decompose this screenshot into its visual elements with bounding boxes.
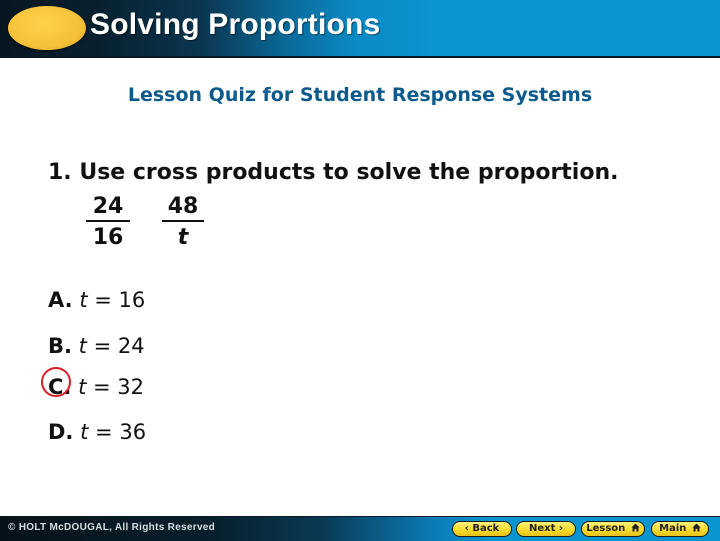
main-button[interactable]: Main bbox=[651, 521, 709, 537]
option-variable: t bbox=[78, 334, 87, 358]
fraction-right-bar bbox=[162, 220, 204, 222]
fraction-left: 24 16 bbox=[86, 194, 130, 252]
option-variable: t bbox=[79, 288, 88, 312]
option-value: 32 bbox=[117, 375, 145, 399]
copyright-text: © HOLT McDOUGAL, All Rights Reserved bbox=[8, 522, 216, 533]
header-bar: Solving Proportions bbox=[0, 0, 720, 58]
selected-answer-circle bbox=[41, 367, 71, 397]
option-variable: t bbox=[80, 420, 89, 444]
option-equals: = bbox=[93, 334, 112, 358]
fraction-right-numerator: 48 bbox=[167, 194, 199, 219]
lesson-label: Lesson bbox=[586, 523, 626, 534]
page-title: Solving Proportions bbox=[90, 8, 381, 41]
quiz-subtitle: Lesson Quiz for Student Response Systems bbox=[127, 84, 593, 106]
question-text: 1. Use cross products to solve the propo… bbox=[48, 160, 619, 185]
home-icon bbox=[692, 523, 701, 532]
fraction-right-denominator: t bbox=[177, 225, 189, 250]
header-oval-logo bbox=[8, 6, 86, 50]
option-letter: B. bbox=[48, 334, 72, 358]
option-value: 16 bbox=[118, 288, 146, 312]
option-equals: = bbox=[94, 288, 112, 312]
option-equals: = bbox=[95, 420, 113, 444]
lesson-button[interactable]: Lesson bbox=[581, 521, 645, 537]
fraction-right: 48 t bbox=[162, 194, 204, 252]
chevron-left-icon: ‹ bbox=[464, 523, 469, 534]
chevron-right-icon: › bbox=[558, 523, 563, 534]
home-icon bbox=[631, 523, 640, 532]
option-letter: D. bbox=[48, 420, 74, 444]
fraction-left-numerator: 24 bbox=[92, 194, 124, 219]
option-equals: = bbox=[93, 375, 111, 399]
option-letter: A. bbox=[48, 288, 73, 312]
option-variable: t bbox=[78, 375, 87, 399]
back-button[interactable]: ‹ Back bbox=[452, 521, 512, 537]
answer-option-d[interactable]: D. t = 36 bbox=[48, 417, 146, 447]
option-value: 24 bbox=[117, 334, 145, 358]
back-label: Back bbox=[472, 523, 500, 534]
next-label: Next bbox=[529, 523, 556, 534]
answer-option-b[interactable]: B. t = 24 bbox=[48, 331, 145, 361]
answer-option-a[interactable]: A. t = 16 bbox=[48, 285, 145, 315]
fraction-left-denominator: 16 bbox=[92, 225, 124, 250]
next-button[interactable]: Next › bbox=[516, 521, 576, 537]
option-value: 36 bbox=[119, 420, 147, 444]
footer-bar: © HOLT McDOUGAL, All Rights Reserved ‹ B… bbox=[0, 516, 720, 541]
fraction-left-bar bbox=[86, 220, 130, 222]
main-label: Main bbox=[659, 523, 687, 534]
